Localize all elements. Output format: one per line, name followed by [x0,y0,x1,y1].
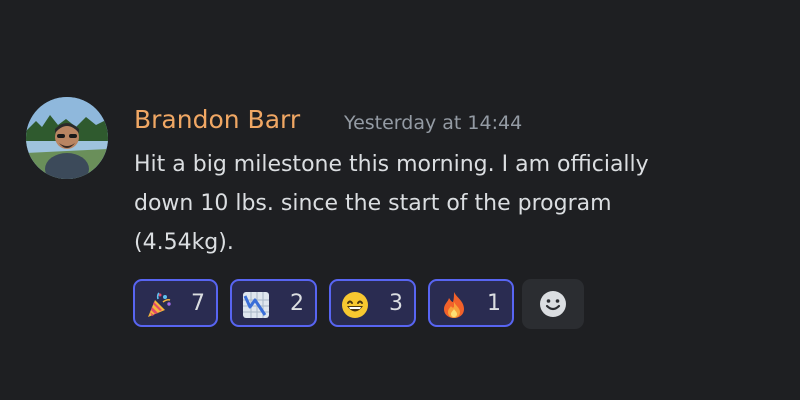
grinning-face-icon [341,291,369,319]
chat-message: Brandon Barr Yesterday at 14:44 Hit a bi… [0,0,800,400]
reaction-count: 1 [487,291,501,316]
reaction-party-popper[interactable]: 7 [133,279,218,327]
author-avatar[interactable] [26,97,108,179]
message-line: Hit a big milestone this morning. I am o… [134,152,649,177]
reaction-count: 7 [191,291,205,316]
author-name[interactable]: Brandon Barr [134,104,300,136]
party-popper-icon [145,291,173,319]
message-body: Hit a big milestone this morning. I am o… [134,145,774,262]
chart-decreasing-icon [242,291,270,319]
add-reaction-button[interactable] [522,279,584,329]
message-timestamp: Yesterday at 14:44 [344,112,523,134]
reaction-count: 2 [290,291,304,316]
message-line: down 10 lbs. since the start of the prog… [134,191,612,216]
fire-icon [440,291,468,319]
reaction-fire[interactable]: 1 [428,279,514,327]
add-reaction-icon [540,291,566,317]
reaction-grinning-face[interactable]: 3 [329,279,416,327]
message-line: (4.54kg). [134,230,234,255]
reaction-chart-decreasing[interactable]: 2 [230,279,317,327]
reaction-count: 3 [389,291,403,316]
avatar-photo [26,97,108,179]
